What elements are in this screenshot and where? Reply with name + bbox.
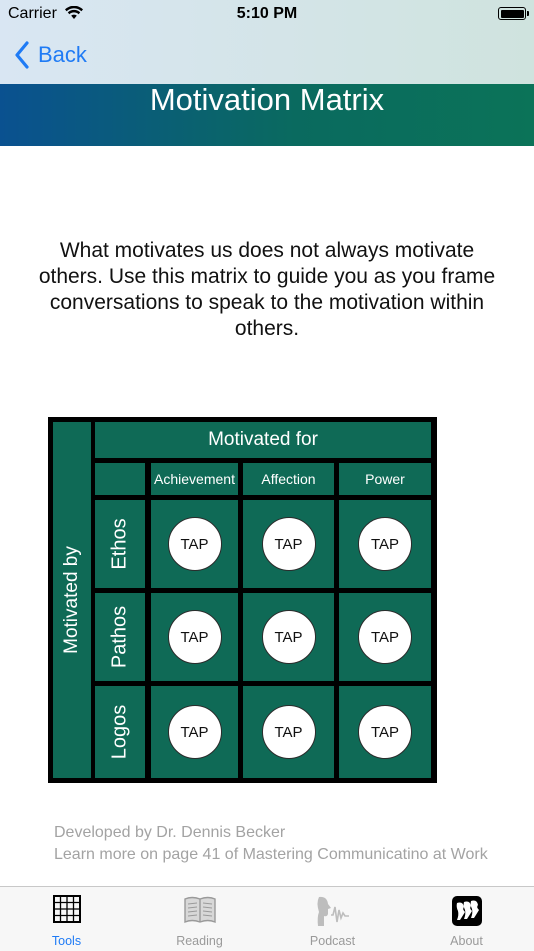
tap-button[interactable]: TAP	[261, 705, 316, 759]
col-header-affection: Affection	[243, 463, 334, 495]
navigation-bar: Carrier 5:10 PM Back	[0, 0, 534, 84]
back-button[interactable]: Back	[14, 38, 87, 72]
tap-button[interactable]: TAP	[261, 610, 316, 664]
tab-label: Podcast	[309, 934, 356, 948]
intro-text: What motivates us does not always motiva…	[38, 239, 496, 340]
tap-button[interactable]: TAP	[167, 517, 222, 571]
cell-pathos-power: TAP	[339, 593, 431, 681]
cell-pathos-affection: TAP	[243, 593, 334, 681]
col-header-label: Affection	[261, 471, 316, 487]
tap-button[interactable]: TAP	[358, 705, 412, 759]
tab-tools[interactable]: Tools	[0, 887, 133, 951]
credit-text: Developed by Dr. Dennis Becker Learn mor…	[54, 822, 514, 865]
tap-button[interactable]: TAP	[358, 517, 412, 571]
row-header-label: Logos	[108, 704, 131, 760]
row-header-label: Pathos	[108, 605, 131, 669]
col-header-label: Power	[365, 471, 405, 487]
status-time: 5:10 PM	[236, 5, 298, 22]
tap-button[interactable]: TAP	[167, 610, 222, 664]
chevron-left-icon	[15, 41, 29, 69]
cell-logos-power: TAP	[339, 686, 431, 778]
cell-logos-achievement: TAP	[151, 686, 238, 778]
tap-button[interactable]: TAP	[358, 610, 412, 664]
motivation-matrix: Motivated by Motivated for Achievement A…	[48, 417, 437, 783]
about-logo-icon	[451, 896, 482, 926]
cell-ethos-affection: TAP	[243, 500, 334, 588]
tab-label: Reading	[176, 934, 223, 948]
tab-bar: Tools Reading Podcast About	[0, 886, 534, 951]
page-title: Motivation Matrix	[149, 82, 385, 117]
status-bar: Carrier 5:10 PM	[0, 0, 534, 28]
cell-ethos-achievement: TAP	[151, 500, 238, 588]
cell-logos-affection: TAP	[243, 686, 334, 778]
col-header-achievement: Achievement	[151, 463, 238, 495]
cell-pathos-achievement: TAP	[151, 593, 238, 681]
credit-author: Developed by Dr. Dennis Becker	[54, 824, 286, 841]
row-header-label: Ethos	[108, 518, 131, 570]
back-label: Back	[38, 42, 87, 67]
title-banner: Motivation Matrix	[0, 84, 534, 146]
book-icon	[183, 896, 216, 924]
motivated-for-header: Motivated for	[95, 422, 431, 458]
tab-about[interactable]: About	[400, 887, 533, 951]
tab-reading[interactable]: Reading	[133, 887, 266, 951]
col-header-power: Power	[339, 463, 431, 495]
row-header-logos: Logos	[95, 686, 145, 778]
motivated-by-header: Motivated by	[53, 422, 91, 778]
tab-label: About	[450, 934, 483, 948]
tab-podcast[interactable]: Podcast	[266, 887, 399, 951]
grid-icon	[52, 895, 81, 923]
corner-cell	[95, 463, 145, 495]
tap-button[interactable]: TAP	[261, 517, 316, 571]
tap-button[interactable]: TAP	[167, 705, 222, 759]
row-header-pathos: Pathos	[95, 593, 145, 681]
motivated-for-label: Motivated for	[208, 429, 318, 450]
podcast-speaker-icon	[317, 896, 349, 926]
motivated-by-label: Motivated by	[61, 546, 82, 654]
battery-icon	[498, 7, 529, 20]
col-header-label: Achievement	[154, 471, 235, 487]
tab-label: Tools	[51, 934, 82, 948]
credit-reference: Learn more on page 41 of Mastering Commu…	[54, 845, 488, 863]
row-header-ethos: Ethos	[95, 500, 145, 588]
cell-ethos-power: TAP	[339, 500, 431, 588]
